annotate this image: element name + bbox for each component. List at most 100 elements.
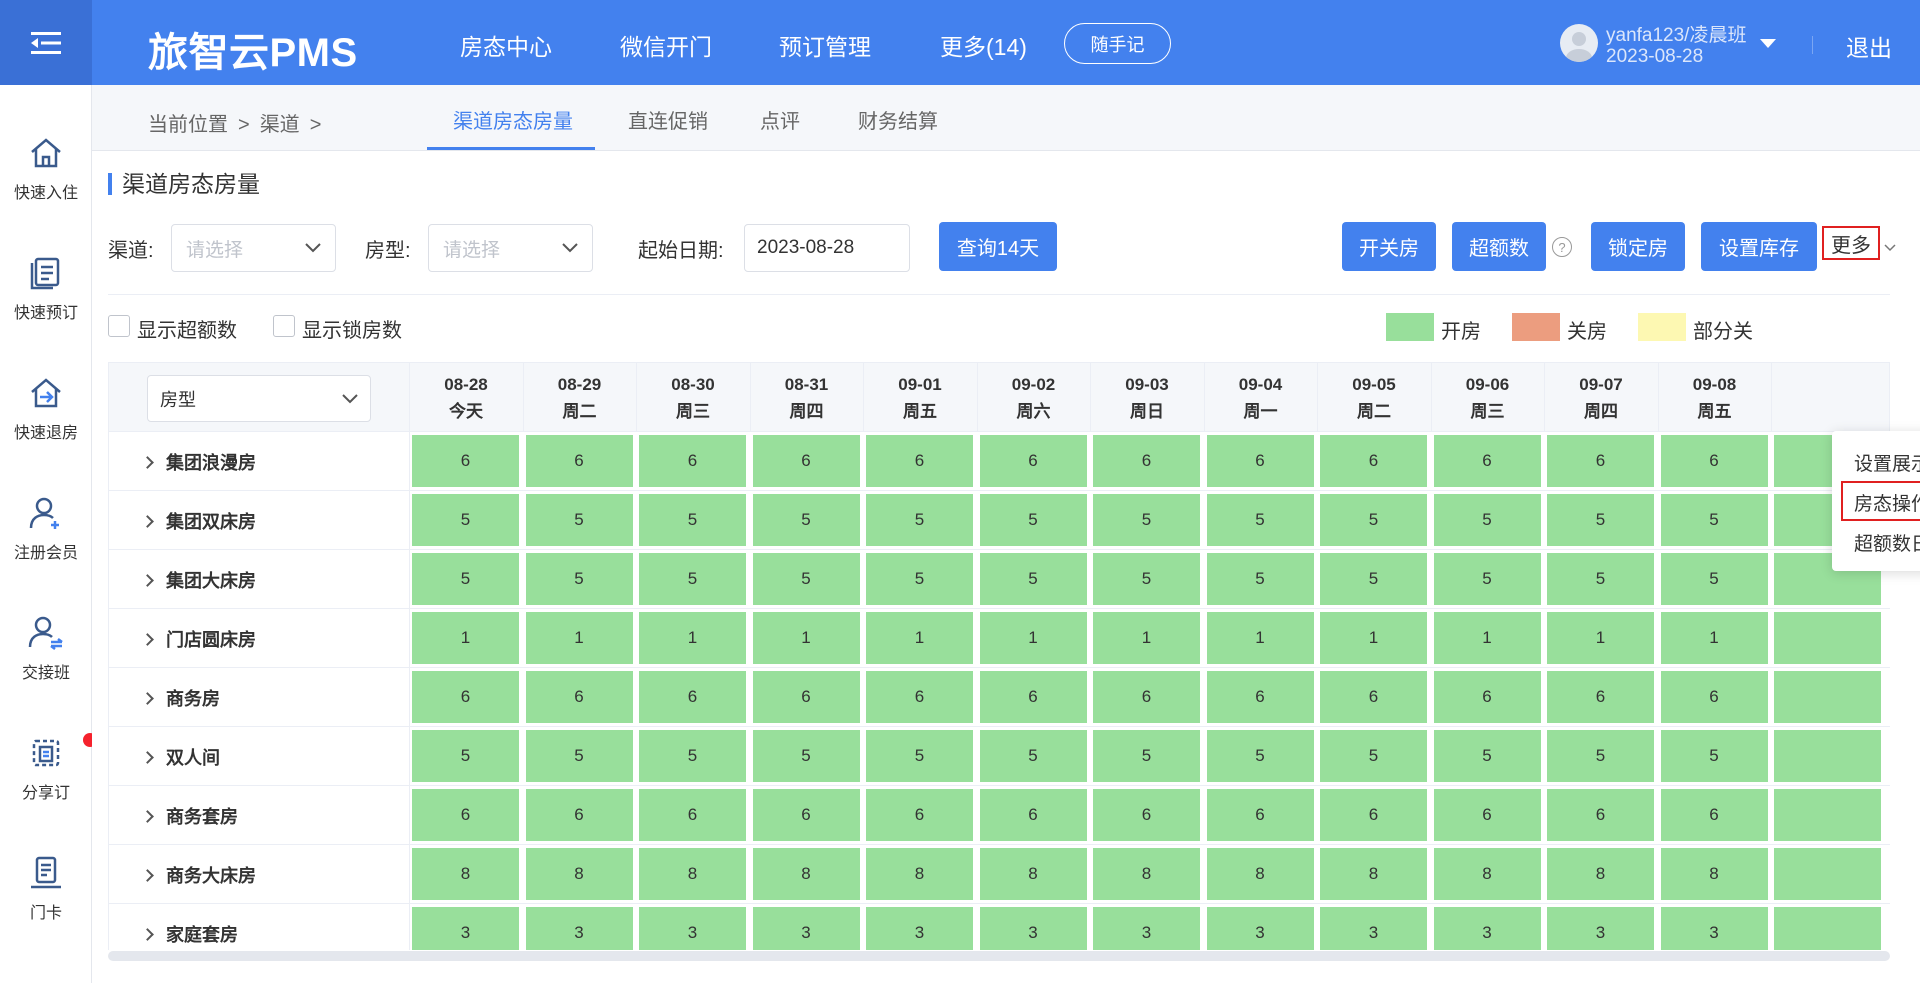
room-count-cell[interactable]: 5 bbox=[1093, 494, 1200, 546]
room-count-cell[interactable]: 5 bbox=[1433, 730, 1541, 782]
room-count-cell[interactable]: 8 bbox=[752, 848, 860, 900]
room-count-cell[interactable]: 5 bbox=[412, 730, 519, 782]
room-count-cell[interactable]: 5 bbox=[1206, 553, 1314, 605]
room-count-cell[interactable]: 6 bbox=[412, 789, 519, 841]
room-count-cell[interactable]: 5 bbox=[525, 494, 633, 546]
room-count-cell[interactable]: 3 bbox=[1433, 907, 1541, 950]
breadcrumb-channel[interactable]: 渠道 bbox=[260, 114, 300, 136]
show-over-quota-checkbox[interactable] bbox=[108, 315, 130, 337]
room-count-cell[interactable]: 5 bbox=[1206, 730, 1314, 782]
channel-select[interactable]: 请选择 bbox=[171, 224, 336, 272]
room-count-cell[interactable]: 6 bbox=[525, 435, 633, 487]
room-count-cell[interactable]: 6 bbox=[1093, 435, 1200, 487]
chevron-right-icon[interactable] bbox=[141, 456, 154, 469]
room-count-cell[interactable]: 5 bbox=[866, 494, 973, 546]
chevron-right-icon[interactable] bbox=[141, 633, 154, 646]
query-14-days-button[interactable]: 查询14天 bbox=[939, 222, 1057, 271]
room-count-cell[interactable] bbox=[1774, 612, 1881, 664]
sidebar-item-register-member[interactable]: 注册会员 bbox=[0, 493, 92, 593]
room-count-cell[interactable] bbox=[1774, 907, 1881, 950]
room-count-cell[interactable]: 6 bbox=[1547, 671, 1654, 723]
room-count-cell[interactable]: 6 bbox=[979, 435, 1087, 487]
room-count-cell[interactable]: 3 bbox=[412, 907, 519, 950]
room-count-cell[interactable]: 5 bbox=[639, 553, 746, 605]
horizontal-scrollbar[interactable] bbox=[108, 951, 1890, 961]
set-stock-button[interactable]: 设置库存 bbox=[1701, 222, 1817, 271]
room-count-cell[interactable]: 5 bbox=[412, 494, 519, 546]
room-count-cell[interactable]: 1 bbox=[1320, 612, 1427, 664]
grid-roomtype-filter[interactable]: 房型 bbox=[147, 375, 371, 422]
tab-finance-settlement[interactable]: 财务结算 bbox=[858, 105, 938, 134]
room-count-cell[interactable]: 5 bbox=[1547, 494, 1654, 546]
room-count-cell[interactable]: 5 bbox=[1660, 730, 1768, 782]
room-count-cell[interactable]: 8 bbox=[639, 848, 746, 900]
room-count-cell[interactable]: 6 bbox=[866, 671, 973, 723]
room-count-cell[interactable]: 1 bbox=[412, 612, 519, 664]
room-count-cell[interactable]: 5 bbox=[639, 494, 746, 546]
room-count-cell[interactable]: 6 bbox=[1320, 671, 1427, 723]
room-count-cell[interactable]: 5 bbox=[1433, 494, 1541, 546]
room-type-name[interactable]: 集团双床房 bbox=[141, 508, 256, 534]
room-count-cell[interactable]: 6 bbox=[1547, 435, 1654, 487]
tab-direct-promotion[interactable]: 直连促销 bbox=[628, 105, 708, 134]
room-count-cell[interactable]: 5 bbox=[866, 553, 973, 605]
chevron-right-icon[interactable] bbox=[141, 574, 154, 587]
sidebar-item-handover[interactable]: 交接班 bbox=[0, 613, 92, 713]
room-count-cell[interactable]: 8 bbox=[1206, 848, 1314, 900]
chevron-right-icon[interactable] bbox=[141, 810, 154, 823]
nav-more[interactable]: 更多(14) bbox=[940, 28, 1027, 62]
sidebar-item-quick-checkin[interactable]: 快速入住 bbox=[0, 133, 92, 233]
room-count-cell[interactable]: 6 bbox=[1093, 789, 1200, 841]
room-count-cell[interactable]: 8 bbox=[412, 848, 519, 900]
room-count-cell[interactable]: 6 bbox=[639, 435, 746, 487]
nav-wechat-door[interactable]: 微信开门 bbox=[620, 28, 712, 62]
room-count-cell[interactable]: 6 bbox=[1660, 435, 1768, 487]
room-count-cell[interactable]: 5 bbox=[525, 730, 633, 782]
room-count-cell[interactable]: 1 bbox=[1093, 612, 1200, 664]
room-count-cell[interactable]: 5 bbox=[1206, 494, 1314, 546]
lock-room-button[interactable]: 锁定房 bbox=[1591, 222, 1685, 271]
room-count-cell[interactable]: 6 bbox=[1433, 789, 1541, 841]
room-count-cell[interactable]: 6 bbox=[525, 789, 633, 841]
room-count-cell[interactable]: 6 bbox=[979, 671, 1087, 723]
room-count-cell[interactable]: 5 bbox=[866, 730, 973, 782]
room-type-name[interactable]: 商务套房 bbox=[141, 803, 238, 829]
room-count-cell[interactable]: 3 bbox=[866, 907, 973, 950]
room-count-cell[interactable]: 6 bbox=[412, 435, 519, 487]
room-count-cell[interactable]: 6 bbox=[1660, 789, 1768, 841]
room-count-cell[interactable]: 5 bbox=[752, 494, 860, 546]
show-locked-checkbox[interactable] bbox=[273, 315, 295, 337]
room-count-cell[interactable]: 8 bbox=[1320, 848, 1427, 900]
sidebar-item-quick-checkout[interactable]: 快速退房 bbox=[0, 373, 92, 473]
caret-down-icon[interactable] bbox=[1760, 36, 1776, 54]
chevron-down-icon[interactable] bbox=[1884, 239, 1896, 257]
room-count-cell[interactable]: 8 bbox=[1433, 848, 1541, 900]
room-count-cell[interactable]: 6 bbox=[866, 435, 973, 487]
room-count-cell[interactable]: 8 bbox=[1093, 848, 1200, 900]
room-count-cell[interactable]: 6 bbox=[752, 671, 860, 723]
room-count-cell[interactable]: 6 bbox=[639, 671, 746, 723]
tab-channel-room-status[interactable]: 渠道房态房量 bbox=[453, 105, 573, 134]
room-count-cell[interactable]: 1 bbox=[866, 612, 973, 664]
room-count-cell[interactable]: 6 bbox=[412, 671, 519, 723]
room-count-cell[interactable]: 6 bbox=[1660, 671, 1768, 723]
over-quota-button[interactable]: 超额数 bbox=[1452, 222, 1546, 271]
room-count-cell[interactable]: 5 bbox=[1660, 553, 1768, 605]
room-count-cell[interactable]: 5 bbox=[1320, 494, 1427, 546]
room-type-name[interactable]: 商务大床房 bbox=[141, 862, 256, 888]
room-count-cell[interactable]: 5 bbox=[1320, 553, 1427, 605]
room-count-cell[interactable]: 6 bbox=[1320, 435, 1427, 487]
notes-button[interactable]: 随手记 bbox=[1064, 23, 1171, 64]
chevron-right-icon[interactable] bbox=[141, 928, 154, 941]
room-count-cell[interactable]: 3 bbox=[1320, 907, 1427, 950]
room-count-cell[interactable]: 5 bbox=[1093, 553, 1200, 605]
room-count-cell[interactable]: 8 bbox=[866, 848, 973, 900]
room-count-cell[interactable]: 5 bbox=[1433, 553, 1541, 605]
avatar[interactable] bbox=[1560, 24, 1598, 62]
chevron-right-icon[interactable] bbox=[141, 751, 154, 764]
room-count-cell[interactable]: 3 bbox=[639, 907, 746, 950]
menu-item-set-display-channel[interactable]: 设置展示渠道 bbox=[1854, 449, 1920, 476]
room-type-name[interactable]: 家庭套房 bbox=[141, 921, 238, 947]
room-type-name[interactable]: 门店圆床房 bbox=[141, 626, 256, 652]
room-count-cell[interactable]: 6 bbox=[866, 789, 973, 841]
